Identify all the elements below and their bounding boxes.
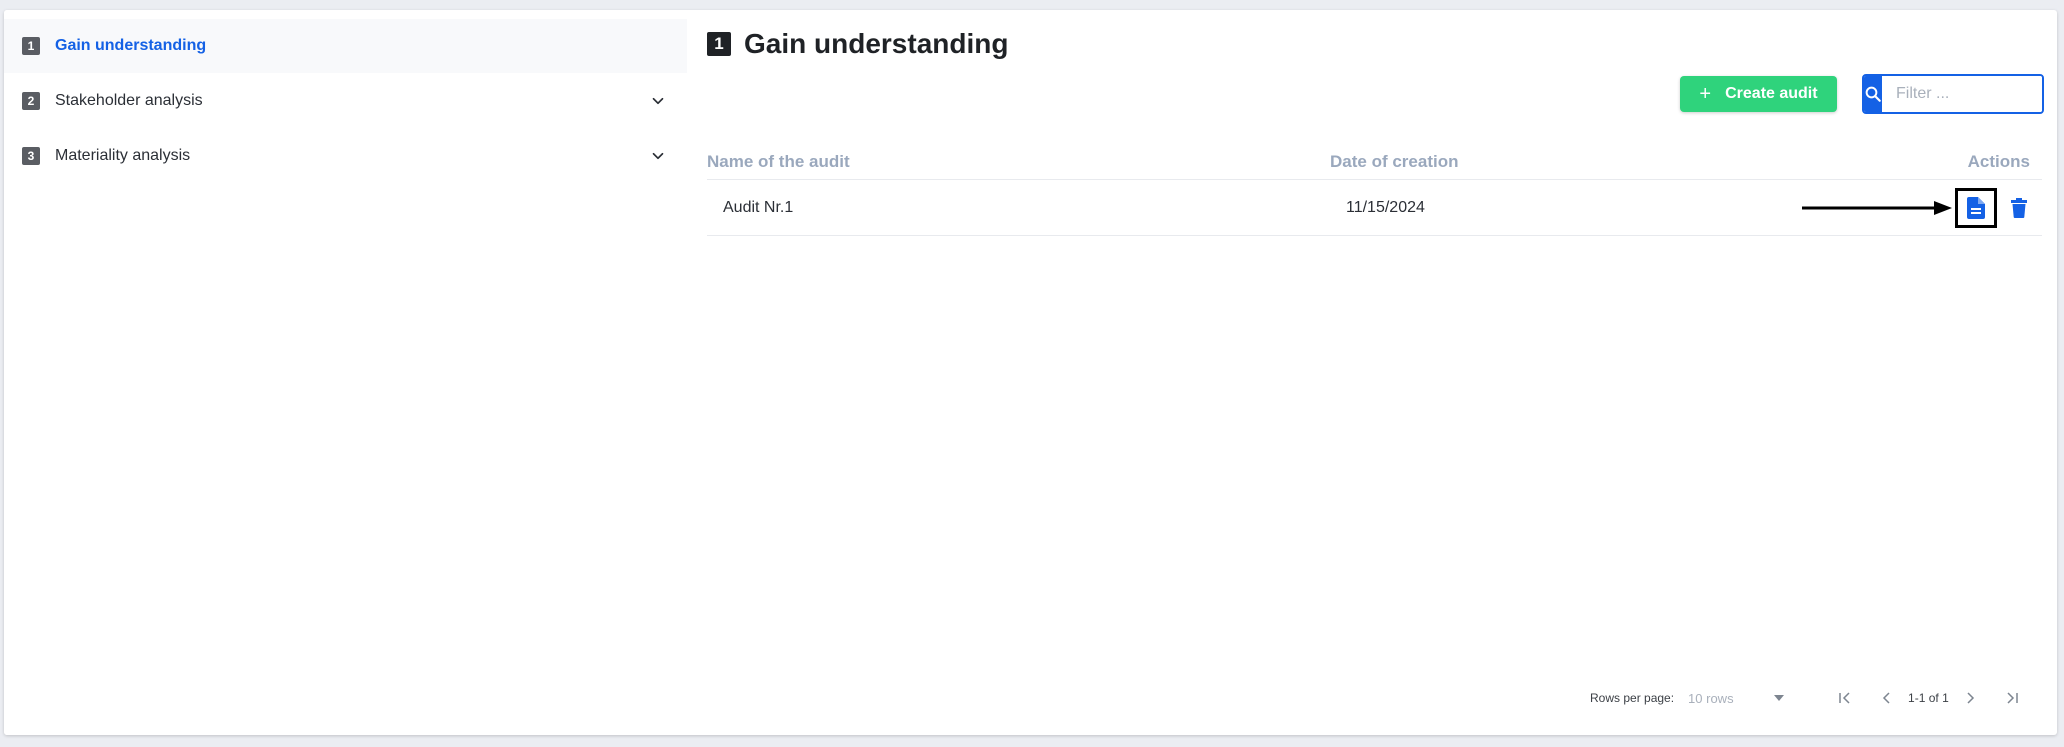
- create-audit-label: Create audit: [1725, 85, 1818, 102]
- sidebar: 1 Gain understanding 2 Stakeholder analy…: [4, 10, 687, 735]
- page-title-text: Gain understanding: [744, 28, 1009, 59]
- document-icon: [1967, 197, 1985, 219]
- trash-icon: [2011, 198, 2027, 218]
- column-header-actions: Actions: [1967, 152, 2030, 171]
- next-page-icon: [1967, 692, 1974, 704]
- page-title: 1 Gain understanding: [707, 28, 1008, 60]
- last-page-button[interactable]: [2001, 687, 2023, 709]
- next-page-button[interactable]: [1959, 687, 1981, 709]
- chevron-down-icon[interactable]: [649, 92, 667, 110]
- first-page-button[interactable]: [1834, 687, 1856, 709]
- main-content: 1 Gain understanding + Create audit Name…: [687, 10, 2057, 735]
- prev-page-icon: [1882, 692, 1890, 704]
- filter-box: [1862, 74, 2044, 114]
- rows-per-page-value: 10 rows: [1688, 690, 1734, 706]
- chevron-down-icon[interactable]: [649, 147, 667, 165]
- rows-per-page-label: Rows per page:: [1590, 691, 1675, 705]
- title-number-badge: 1: [707, 32, 731, 56]
- caret-down-icon: [1774, 695, 1785, 701]
- rows-per-page-select[interactable]: 10 rows: [1688, 690, 1785, 706]
- prev-page-button[interactable]: [1876, 687, 1898, 709]
- last-page-icon: [2007, 692, 2018, 704]
- plus-icon: +: [1699, 82, 1712, 105]
- sidebar-item-label: Materiality analysis: [55, 147, 191, 164]
- delete-audit-button[interactable]: [2007, 195, 2031, 221]
- create-audit-button[interactable]: + Create audit: [1680, 76, 1837, 112]
- sidebar-item-materiality-analysis[interactable]: 3 Materiality analysis: [4, 129, 687, 183]
- table-row: Audit Nr.1 11/15/2024: [707, 181, 2042, 236]
- open-audit-button[interactable]: [1955, 188, 1997, 228]
- sidebar-item-stakeholder-analysis[interactable]: 2 Stakeholder analysis: [4, 74, 687, 128]
- audit-name-cell: Audit Nr.1: [723, 199, 794, 216]
- column-header-name[interactable]: Name of the audit: [707, 152, 850, 172]
- column-header-date[interactable]: Date of creation: [1330, 152, 1458, 172]
- first-page-icon: [1839, 692, 1850, 704]
- sidebar-item-label: Stakeholder analysis: [55, 92, 203, 109]
- step-number-badge: 2: [22, 92, 40, 110]
- sidebar-item-label: Gain understanding: [55, 37, 207, 54]
- filter-input[interactable]: [1882, 76, 2042, 112]
- app-card: 1 Gain understanding 2 Stakeholder analy…: [4, 10, 2057, 735]
- search-icon[interactable]: [1864, 76, 1882, 112]
- audit-date-cell: 11/15/2024: [1346, 199, 1425, 216]
- step-number-badge: 1: [22, 37, 40, 55]
- sidebar-item-gain-understanding[interactable]: 1 Gain understanding: [4, 19, 687, 73]
- step-number-badge: 3: [22, 147, 40, 165]
- pagination: Rows per page: 10 rows 1-1 of 1: [1590, 686, 2023, 710]
- arrow-right-icon: [1802, 201, 1952, 215]
- page-range: 1-1 of 1: [1908, 691, 1949, 705]
- table-header: Name of the audit Date of creation Actio…: [707, 150, 2042, 180]
